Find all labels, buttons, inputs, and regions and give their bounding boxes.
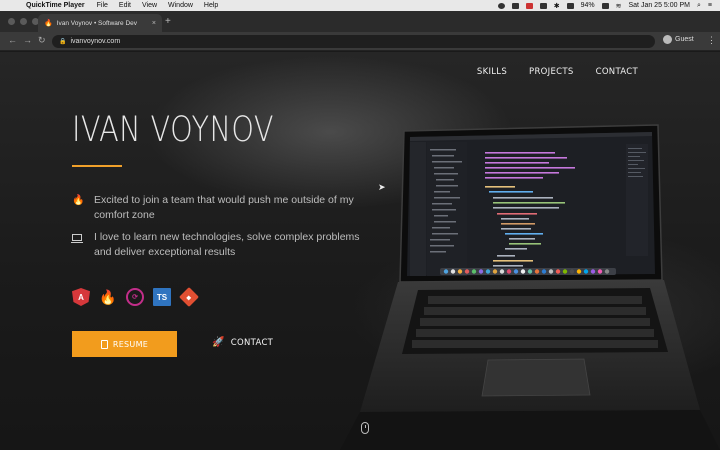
window-controls xyxy=(8,18,39,25)
profile-button[interactable]: Guest xyxy=(663,35,694,44)
profile-label: Guest xyxy=(675,36,694,43)
document-icon xyxy=(100,339,108,349)
hero-bullet-2-text: I love to learn new technologies, solve … xyxy=(94,231,360,258)
screen-icon[interactable] xyxy=(511,2,519,9)
close-window-button[interactable] xyxy=(8,18,15,25)
tab-title: Ivan Voynov • Software Dev xyxy=(56,19,138,27)
firebase-icon: 🔥 xyxy=(99,288,117,305)
tech-stack-icons: A 🔥 ⟳ TS ◆ xyxy=(72,287,199,307)
fire-favicon-icon: 🔥 xyxy=(44,20,53,27)
mouse-cursor-icon: ➤ xyxy=(378,182,386,192)
hero-bullet-1-text: Excited to join a team that would push m… xyxy=(94,194,354,221)
control-center-icon[interactable]: ≡ xyxy=(708,2,712,9)
menu-window[interactable]: Window xyxy=(168,2,193,9)
avatar-icon xyxy=(663,35,672,44)
hero-bullet-2: I love to learn new technologies, solve … xyxy=(71,230,362,260)
nav-contact-link[interactable]: CONTACT xyxy=(596,67,638,77)
battery-percent: 94% xyxy=(580,2,595,9)
ngrx-icon: ⟳ xyxy=(126,288,144,306)
portfolio-page: SKILLS PROJECTS CONTACT IVAN VOYNOV 🔥 Ex… xyxy=(0,52,720,450)
clipboard-icon[interactable] xyxy=(539,2,547,9)
forward-arrow-icon[interactable]: → xyxy=(23,35,32,45)
angular-icon: A xyxy=(72,288,90,306)
git-glyph: ◆ xyxy=(186,293,192,301)
scroll-down-mouse-icon[interactable] xyxy=(361,422,369,434)
lock-icon: 🔒 xyxy=(59,39,67,45)
menu-view[interactable]: View xyxy=(142,2,157,9)
battery-icon[interactable] xyxy=(601,2,609,9)
menubar-app-name[interactable]: QuickTime Player xyxy=(26,2,85,9)
hero-name-heading: IVAN VOYNOV xyxy=(72,110,274,150)
reload-icon[interactable]: ↻ xyxy=(38,35,46,46)
nav-skills-link[interactable]: SKILLS xyxy=(477,67,507,77)
menu-edit[interactable]: Edit xyxy=(119,2,131,9)
browser-tab-bar: 🔥 Ivan Voynov • Software Dev × + xyxy=(0,11,720,32)
contact-button-label: CONTACT xyxy=(230,337,274,348)
rocket-icon: 🚀 xyxy=(212,337,225,348)
new-tab-icon[interactable]: + xyxy=(165,16,171,27)
browser-toolbar: ← → ↻ 🔒 ivanvoynov.com Guest ⋮ xyxy=(0,32,720,51)
menu-help[interactable]: Help xyxy=(204,2,218,9)
resume-button-label: RESUME xyxy=(112,339,149,349)
minimize-window-button[interactable] xyxy=(20,18,27,25)
browser-tab[interactable]: 🔥 Ivan Voynov • Software Dev × xyxy=(38,14,162,32)
search-icon[interactable]: ⌕ xyxy=(697,2,701,10)
hero-underline xyxy=(72,165,122,167)
record-icon[interactable] xyxy=(497,2,505,9)
fire-icon: 🔥 xyxy=(72,195,85,206)
typescript-icon: TS xyxy=(153,288,171,306)
bluetooth-icon[interactable]: ✱ xyxy=(554,2,560,10)
git-icon: ◆ xyxy=(179,287,199,307)
nav-projects-link[interactable]: PROJECTS xyxy=(529,67,574,77)
address-bar[interactable]: 🔒 ivanvoynov.com xyxy=(52,35,655,48)
app-status-icon[interactable] xyxy=(525,2,533,9)
contact-button[interactable]: 🚀 CONTACT xyxy=(212,337,273,348)
top-navigation: SKILLS PROJECTS CONTACT xyxy=(477,67,638,77)
laptop-icon xyxy=(71,230,84,260)
more-menu-icon[interactable]: ⋮ xyxy=(707,35,716,46)
menubar-status-area: ✱ 94% ≋ Sat Jan 25 5:00 PM ⌕ ≡ xyxy=(497,0,712,11)
resume-button[interactable]: RESUME xyxy=(72,331,177,357)
wifi-icon[interactable]: ≋ xyxy=(616,2,622,10)
clock[interactable]: Sat Jan 25 5:00 PM xyxy=(629,2,690,9)
url-text: ivanvoynov.com xyxy=(70,38,121,45)
display-icon[interactable] xyxy=(566,2,574,9)
hero-bullet-1: 🔥 Excited to join a team that would push… xyxy=(72,193,362,223)
close-tab-icon[interactable]: × xyxy=(152,20,156,27)
macos-menubar: QuickTime Player File Edit View Window H… xyxy=(0,0,720,11)
menu-file[interactable]: File xyxy=(97,2,108,9)
back-arrow-icon[interactable]: ← xyxy=(8,35,17,45)
